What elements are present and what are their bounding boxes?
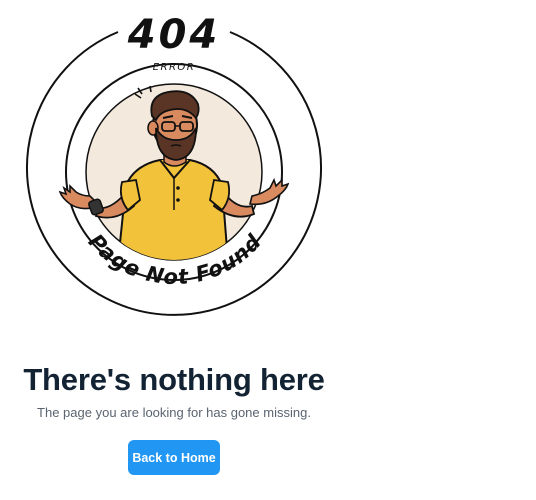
error-code-text: 404 <box>127 12 221 58</box>
not-found-page: 404 ERROR Page Not Found There's nothing… <box>0 0 536 500</box>
page-message: The page you are looking for has gone mi… <box>37 405 311 420</box>
error-label-text: ERROR <box>153 62 196 73</box>
404-illustration-svg: 404 ERROR Page Not Found <box>26 12 322 316</box>
404-illustration: 404 ERROR Page Not Found <box>0 0 350 340</box>
back-to-home-button[interactable]: Back to Home <box>128 440 220 475</box>
page-title: There's nothing here <box>23 362 325 397</box>
